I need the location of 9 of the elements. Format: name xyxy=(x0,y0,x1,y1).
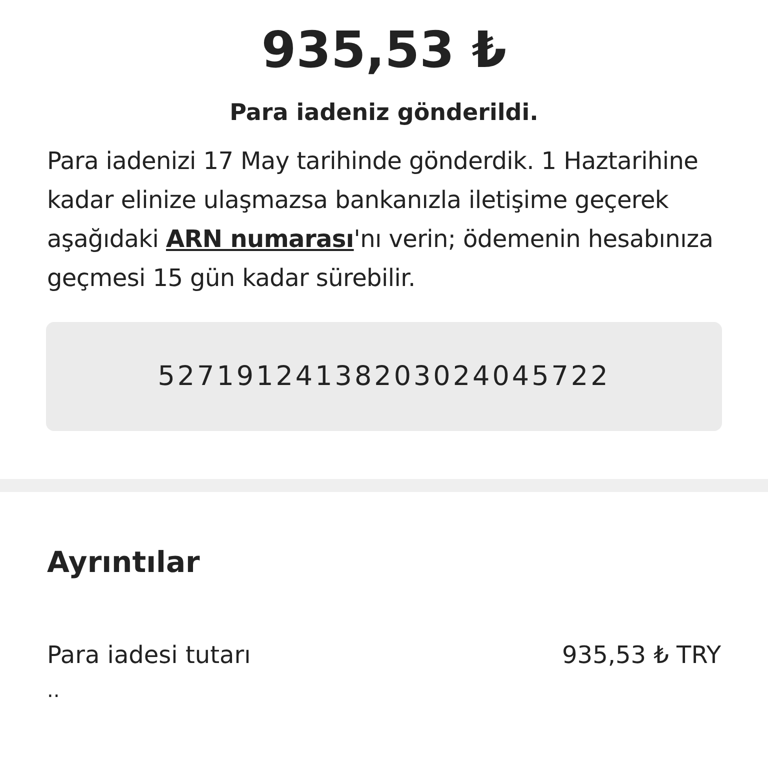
detail-label: Para iadesi tutarı xyxy=(47,640,251,671)
detail-value: 935,53 ₺ TRY xyxy=(562,640,721,671)
refund-amount: 935,53 ₺ xyxy=(261,20,507,81)
arn-number: 52719124138203024045722 xyxy=(46,322,722,431)
refund-status: Para iadeniz gönderildi. xyxy=(230,100,538,126)
arn-link[interactable]: ARN numarası xyxy=(166,225,354,253)
details-title: Ayrıntılar xyxy=(47,544,201,581)
truncated-text: .. xyxy=(47,680,61,700)
refund-message: Para iadenizi 17 May tarihinde gönderdik. 1 Haztarihine kadar elinize ulaşmazsa bankanızla iletişime geçerek aşağıdaki ARN numarası'nı verin; ödemenin hesabınıza geçmesi 15 gün kadar sürebilir. xyxy=(47,146,714,294)
